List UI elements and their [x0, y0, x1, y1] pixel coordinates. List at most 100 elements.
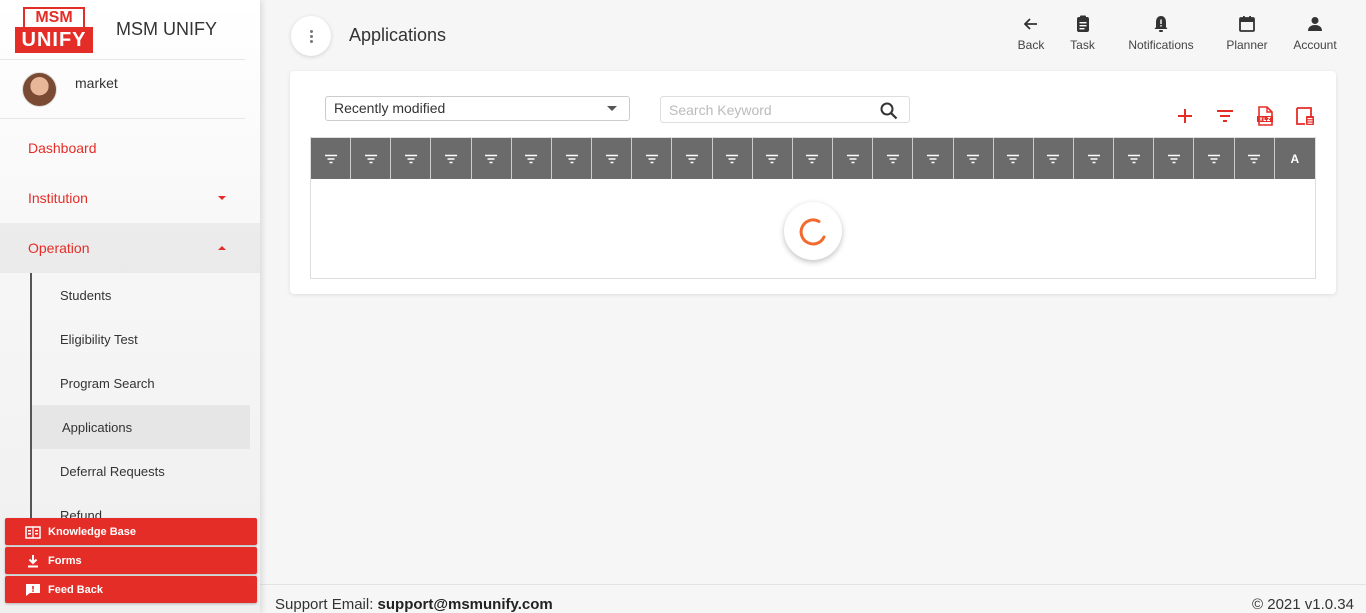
column-filter-header[interactable]: [1235, 138, 1275, 179]
filter-list-icon: [1167, 154, 1180, 163]
sidebar-item-label: Institution: [28, 190, 88, 206]
brand-logo[interactable]: MSM UNIFY: [15, 6, 93, 53]
support-email-link[interactable]: support@msmunify.com: [378, 596, 553, 613]
search-icon[interactable]: [879, 101, 899, 121]
column-filter-header[interactable]: [954, 138, 994, 179]
filter-list-icon: [324, 154, 337, 163]
knowledge-base-label: Knowledge Base: [48, 525, 137, 538]
applications-card: Recently modified A: [290, 71, 1336, 294]
column-filter-header[interactable]: [632, 138, 673, 179]
column-settings-icon[interactable]: [1294, 105, 1316, 127]
brand-row: MSM UNIFY MSM UNIFY: [0, 0, 245, 60]
column-filter-header[interactable]: [472, 138, 512, 179]
filter-list-icon: [404, 154, 417, 163]
download-icon: [25, 554, 41, 568]
knowledge-base-button[interactable]: Knowledge Base: [5, 518, 257, 545]
calendar-icon: [1239, 16, 1255, 32]
sidebar-item-institution[interactable]: Institution: [0, 173, 260, 223]
table-tools: [1174, 105, 1316, 127]
feedback-icon: [25, 583, 41, 597]
sort-dropdown[interactable]: Recently modified: [325, 96, 630, 121]
page-title: Applications: [349, 25, 447, 45]
filter-list-icon: [645, 154, 658, 163]
add-icon[interactable]: [1174, 105, 1196, 127]
sidebar-item-operation[interactable]: Operation: [0, 223, 260, 273]
filter-list-icon: [565, 154, 578, 163]
column-filter-header[interactable]: [592, 138, 633, 179]
column-filter-header[interactable]: [1034, 138, 1074, 179]
planner-button[interactable]: Planner: [1214, 14, 1280, 52]
more-vert-icon-dot: [309, 39, 313, 43]
export-excel-icon[interactable]: [1254, 105, 1276, 127]
filter-list-icon: [1248, 154, 1261, 163]
column-filter-header[interactable]: [833, 138, 874, 179]
operation-submenu: Students Eligibility Test Program Search…: [0, 273, 260, 537]
task-label: Task: [1070, 38, 1095, 52]
column-filter-header[interactable]: [873, 138, 914, 179]
sidebar-item-label: Operation: [28, 240, 90, 256]
arrow-back-icon: [1023, 18, 1037, 30]
search-input[interactable]: [661, 97, 861, 122]
sidebar-subitem-program-search[interactable]: Program Search: [30, 361, 250, 405]
loading-spinner: [784, 202, 842, 260]
task-button[interactable]: Task: [1057, 14, 1108, 52]
sidebar-subitem-deferral-requests[interactable]: Deferral Requests: [30, 449, 250, 493]
back-button[interactable]: Back: [1005, 14, 1057, 52]
sidebar-item-dashboard[interactable]: Dashboard: [0, 123, 260, 173]
support-label: Support Email:: [275, 596, 378, 613]
sidebar-subitem-students[interactable]: Students: [30, 273, 250, 317]
sidebar-bottom-buttons: Knowledge Base Forms Feed Back: [5, 518, 257, 605]
filter-list-icon: [1007, 154, 1020, 163]
user-profile[interactable]: market: [0, 60, 245, 119]
subitem-label: Students: [60, 287, 112, 303]
filter-list-icon: [685, 154, 698, 163]
sidebar-subitem-eligibility-test[interactable]: Eligibility Test: [30, 317, 250, 361]
more-vert-icon: [309, 29, 313, 33]
person-icon: [1308, 17, 1322, 31]
feedback-button[interactable]: Feed Back: [5, 576, 257, 603]
filter-list-icon: [1047, 154, 1060, 163]
notifications-button[interactable]: Notifications: [1114, 14, 1208, 52]
column-filter-header[interactable]: [351, 138, 392, 179]
sidebar-subitem-applications[interactable]: Applications: [30, 405, 250, 449]
spinner-icon: [799, 218, 826, 246]
filter-list-icon: [1208, 154, 1221, 163]
filter-list-icon: [766, 154, 779, 163]
column-filter-header[interactable]: [431, 138, 472, 179]
version-text: © 2021 v1.0.34: [1252, 596, 1354, 613]
applications-table: A: [310, 137, 1316, 279]
column-filter-header[interactable]: [552, 138, 593, 179]
caret-down-icon: [218, 196, 226, 200]
column-filter-header[interactable]: [913, 138, 954, 179]
column-filter-header[interactable]: [793, 138, 834, 179]
filter-list-icon: [846, 154, 859, 163]
account-label: Account: [1293, 38, 1337, 52]
column-header-a[interactable]: A: [1275, 138, 1315, 179]
column-filter-header[interactable]: [512, 138, 552, 179]
more-options-button[interactable]: [291, 16, 331, 56]
filter-list-icon: [726, 154, 739, 163]
column-filter-header[interactable]: [311, 138, 352, 179]
forms-button[interactable]: Forms: [5, 547, 257, 574]
account-button[interactable]: Account: [1282, 14, 1348, 52]
column-filter-header[interactable]: [391, 138, 432, 179]
subitem-label: Deferral Requests: [60, 463, 165, 479]
column-filter-header[interactable]: [1074, 138, 1115, 179]
column-filter-header[interactable]: [1194, 138, 1235, 179]
top-actions: Back Task Notifications Planner Account: [1005, 14, 1366, 52]
subitem-label: Eligibility Test: [60, 331, 138, 347]
footer: Support Email: support@msmunify.com © 20…: [260, 584, 1366, 613]
filter-list-icon: [886, 154, 899, 163]
column-filter-header[interactable]: [753, 138, 793, 179]
column-filter-header[interactable]: [713, 138, 753, 179]
filter-icon[interactable]: [1214, 105, 1236, 127]
table-header: A: [311, 138, 1315, 179]
filter-list-icon: [967, 154, 980, 163]
column-filter-header[interactable]: [1114, 138, 1155, 179]
column-filter-header[interactable]: [672, 138, 713, 179]
filter-list-icon: [926, 154, 939, 163]
subitem-label: Program Search: [60, 375, 155, 391]
sidebar-item-label: Dashboard: [28, 140, 97, 156]
column-filter-header[interactable]: [1154, 138, 1195, 179]
column-filter-header[interactable]: [994, 138, 1034, 179]
